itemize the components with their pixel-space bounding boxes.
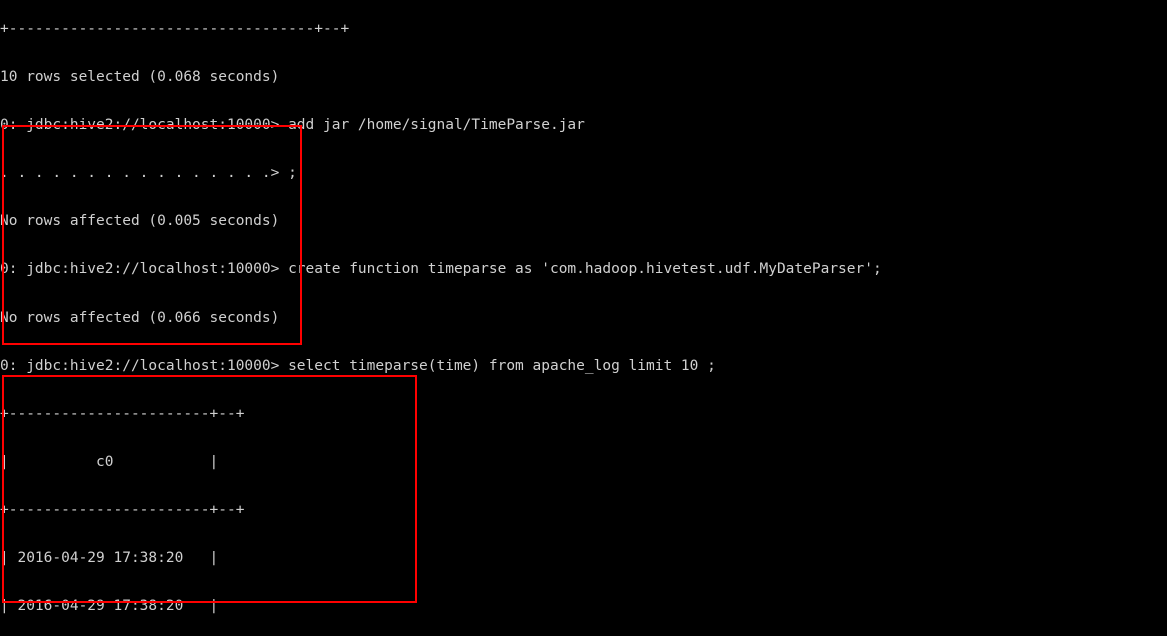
table-row: | 2016-04-29 17:38:20 |: [0, 598, 219, 614]
terminal-line: 0: jdbc:hive2://localhost:10000> create …: [0, 261, 882, 278]
terminal-line: +-----------------------+--+: [0, 405, 245, 422]
terminal-line: 0: jdbc:hive2://localhost:10000> select …: [0, 357, 716, 374]
terminal-line: | c0 |: [0, 453, 219, 470]
terminal-line: 10 rows selected (0.068 seconds): [0, 69, 280, 86]
terminal-line: No rows affected (0.066 seconds): [0, 309, 280, 326]
terminal-line: . . . . . . . . . . . . . . . .> ;: [0, 165, 297, 182]
terminal-window[interactable]: +-----------------------------------+--+…: [0, 0, 1167, 636]
terminal-screen: +-----------------------------------+--+…: [0, 0, 1167, 636]
terminal-line: +-----------------------------------+--+: [0, 21, 350, 38]
terminal-line: 0: jdbc:hive2://localhost:10000> add jar…: [0, 117, 585, 134]
terminal-line: No rows affected (0.005 seconds): [0, 213, 280, 230]
terminal-line: +-----------------------+--+: [0, 501, 245, 518]
table-row: | 2016-04-29 17:38:20 |: [0, 549, 219, 566]
